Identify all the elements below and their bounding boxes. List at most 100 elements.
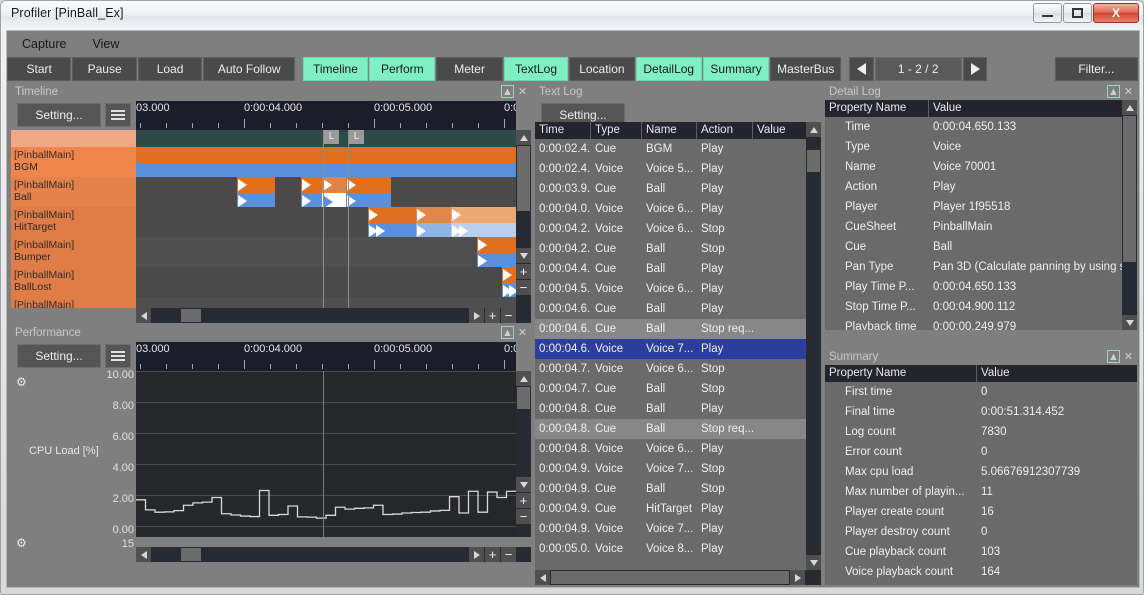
undock-icon[interactable]: ▲ xyxy=(501,85,514,98)
property-row[interactable]: Log count 7830 xyxy=(825,422,1137,442)
scroll-right-button[interactable] xyxy=(790,570,805,585)
property-row[interactable]: Playback time 0:00:00.249.979 xyxy=(825,317,1122,330)
track-name-ball[interactable]: [PinballMain] Ball xyxy=(11,177,136,207)
tab-meter[interactable]: Meter xyxy=(436,57,503,81)
playhead-1[interactable] xyxy=(323,130,324,308)
auto-follow-button[interactable]: Auto Follow xyxy=(203,57,296,81)
clip-hittarget-3[interactable] xyxy=(451,207,516,223)
perf-playhead[interactable] xyxy=(323,371,324,537)
col-action[interactable]: Action xyxy=(697,122,753,139)
timeline-clip-area[interactable]: L L xyxy=(136,130,516,308)
detaillog-vscrollbar[interactable] xyxy=(1122,100,1137,330)
property-row[interactable]: Final time 0:00:51.314.452 xyxy=(825,402,1137,422)
property-row[interactable]: Error count 0 xyxy=(825,442,1137,462)
table-row[interactable]: 0:00:04.2... Cue Ball Stop xyxy=(535,239,806,259)
property-row[interactable]: Pan Type Pan 3D (Calculate panning by usi… xyxy=(825,257,1122,277)
table-row[interactable]: 0:00:04.8... Cue Ball Play xyxy=(535,399,806,419)
clip-bgm-cue[interactable] xyxy=(136,147,516,163)
textlog-table[interactable]: Time Type Name Action Value 0:00:02.4...… xyxy=(535,122,806,570)
table-row[interactable]: 0:00:04.4... Cue Ball Play xyxy=(535,259,806,279)
track-name-bumper[interactable]: [PinballMain] Bumper xyxy=(11,237,136,267)
timeline-hscrollbar[interactable]: + − xyxy=(136,308,531,323)
property-row[interactable]: Time 0:00:04.650.133 xyxy=(825,117,1122,137)
property-row[interactable]: Type Voice xyxy=(825,137,1122,157)
track-name-balllost[interactable]: [PinballMain] BallLost xyxy=(11,267,136,297)
clip-balllost-1[interactable] xyxy=(502,267,516,283)
table-row[interactable]: 0:00:04.6... Voice Voice 7... Play xyxy=(535,339,806,359)
hscroll-thumb[interactable] xyxy=(551,571,789,584)
clip-ball-3[interactable] xyxy=(322,177,346,193)
tab-location[interactable]: Location xyxy=(569,57,635,81)
table-row[interactable]: 0:00:04.8... Voice Voice 6... Play xyxy=(535,439,806,459)
vscroll-thumb[interactable] xyxy=(517,146,530,211)
table-row[interactable]: 0:00:04.9... Cue Ball Stop xyxy=(535,479,806,499)
clip-hittarget-1[interactable] xyxy=(368,207,416,223)
tab-timeline[interactable]: Timeline xyxy=(302,57,369,81)
performance-list-button[interactable] xyxy=(105,344,131,368)
summary-table[interactable]: Property Name Value First time 0 Final tim… xyxy=(825,365,1137,585)
track-name-hittarget[interactable]: [PinballMain] HitTarget xyxy=(11,207,136,237)
table-row[interactable]: 0:00:04.7... Voice Voice 6... Stop xyxy=(535,359,806,379)
start-button[interactable]: Start xyxy=(7,57,72,81)
clip-bumper-1[interactable] xyxy=(477,237,516,253)
table-row[interactable]: 0:00:05.0... Voice Voice 8... Play xyxy=(535,539,806,559)
property-row[interactable]: Stop Time P... 0:00:04.900.112 xyxy=(825,297,1122,317)
table-row[interactable]: 0:00:04.0... Voice Voice 6... Play xyxy=(535,199,806,219)
playhead-flag-2[interactable]: L xyxy=(349,130,364,144)
timeline-list-button[interactable] xyxy=(105,103,131,127)
scroll-down-button[interactable] xyxy=(806,555,821,570)
undock-icon[interactable]: ▲ xyxy=(501,326,514,339)
table-row[interactable]: 0:00:04.8... Cue Ball Stop req... xyxy=(535,419,806,439)
menu-view[interactable]: View xyxy=(92,37,119,51)
scroll-left-button[interactable] xyxy=(136,308,151,323)
timeline-zoom-in-button[interactable]: + xyxy=(516,264,531,279)
load-button[interactable]: Load xyxy=(137,57,203,81)
track-name-bgm[interactable]: [PinballMain] BGM xyxy=(11,147,136,177)
property-row[interactable]: Max cpu load 5.06676912307739 xyxy=(825,462,1137,482)
performance-setting-button[interactable]: Setting... xyxy=(17,344,101,368)
vscroll-thumb[interactable] xyxy=(517,387,530,409)
scroll-up-button[interactable] xyxy=(1122,100,1137,115)
tab-perform[interactable]: Perform xyxy=(369,57,436,81)
property-row[interactable]: Action Play xyxy=(825,177,1122,197)
textlog-hscrollbar[interactable] xyxy=(535,570,821,585)
pause-button[interactable]: Pause xyxy=(72,57,137,81)
property-row[interactable]: Name Voice 70001 xyxy=(825,157,1122,177)
col-type[interactable]: Type xyxy=(591,122,642,139)
col-value[interactable]: Value xyxy=(977,365,1137,382)
table-row[interactable]: 0:00:03.9... Cue Ball Play xyxy=(535,179,806,199)
minimize-button[interactable] xyxy=(1033,3,1062,23)
performance-vscrollbar[interactable]: + − xyxy=(516,371,531,537)
scroll-up-button[interactable] xyxy=(806,122,821,137)
menu-capture[interactable]: Capture xyxy=(22,37,66,51)
clip-hittarget-2[interactable] xyxy=(416,207,451,223)
table-row[interactable]: 0:00:04.5... Voice Voice 6... Play xyxy=(535,279,806,299)
scroll-down-button[interactable] xyxy=(516,248,531,263)
tab-masterbus[interactable]: MasterBus xyxy=(770,57,842,81)
tab-summary[interactable]: Summary xyxy=(702,57,770,81)
property-row[interactable]: Cue Ball xyxy=(825,237,1122,257)
scroll-down-button[interactable] xyxy=(516,477,531,492)
performance-zoom-in-button[interactable]: + xyxy=(516,493,531,508)
clip-ball-2[interactable] xyxy=(301,177,322,193)
performance-hscrollbar[interactable]: + − xyxy=(136,547,531,562)
settings-gear-icon[interactable]: ⚙ xyxy=(16,375,27,389)
detaillog-table[interactable]: Property Name Value Time 0:00:04.650.133 T… xyxy=(825,100,1122,330)
table-row[interactable]: 0:00:04.9... Voice Voice 7... Stop xyxy=(535,459,806,479)
table-row[interactable]: 0:00:04.2... Voice Voice 6... Stop xyxy=(535,219,806,239)
scroll-up-button[interactable] xyxy=(516,130,531,145)
property-row[interactable]: Play Time P... 0:00:04.650.133 xyxy=(825,277,1122,297)
timeline-vscrollbar[interactable]: + − xyxy=(516,130,531,308)
scroll-up-button[interactable] xyxy=(516,371,531,386)
timeline-hzoom-in-button[interactable]: + xyxy=(485,308,500,323)
table-row[interactable]: 0:00:04.9... Voice Voice 7... Play xyxy=(535,519,806,539)
scroll-right-button[interactable] xyxy=(469,308,484,323)
textlog-vscrollbar[interactable] xyxy=(806,122,821,570)
property-row[interactable]: Player create count 16 xyxy=(825,502,1137,522)
scroll-left-button[interactable] xyxy=(136,547,151,562)
maximize-button[interactable] xyxy=(1063,3,1092,23)
scroll-down-button[interactable] xyxy=(1122,315,1137,330)
vscroll-thumb[interactable] xyxy=(1123,116,1136,262)
close-icon[interactable]: ✕ xyxy=(1122,350,1135,363)
table-row[interactable]: 0:00:04.9... Cue HitTarget Play xyxy=(535,499,806,519)
